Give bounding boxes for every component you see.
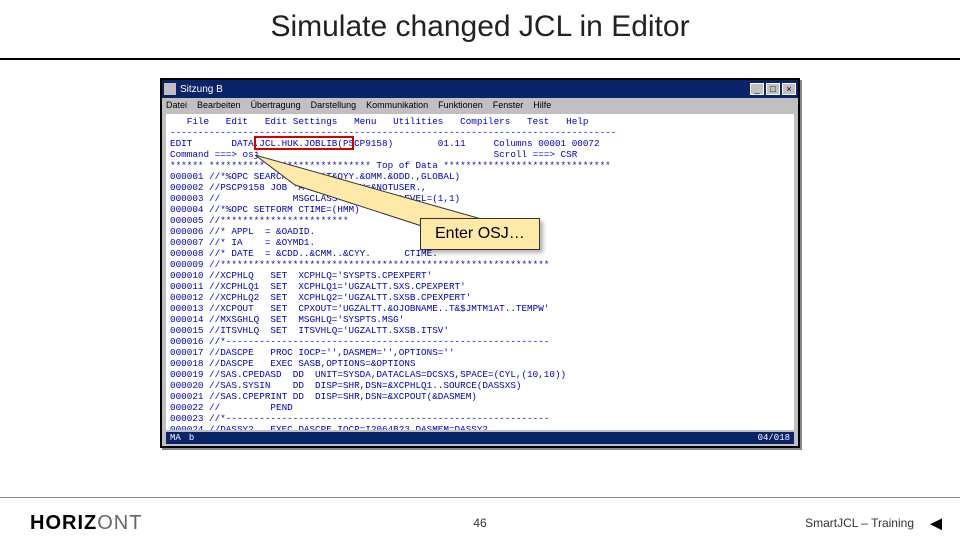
window-menubar: Datei Bearbeiten Übertragung Darstellung… [162, 98, 798, 112]
back-arrow-button[interactable]: ◄ [924, 512, 948, 536]
slide-title: Simulate changed JCL in Editor [0, 10, 960, 44]
menu-darstellung[interactable]: Darstellung [311, 100, 357, 110]
status-right: 04/018 [754, 432, 794, 444]
menu-bearbeiten[interactable]: Bearbeiten [197, 100, 241, 110]
status-mid: b [185, 432, 198, 444]
footer-divider [0, 497, 960, 498]
status-bar: MA b 04/018 [166, 432, 794, 444]
menu-fenster[interactable]: Fenster [493, 100, 524, 110]
maximize-button[interactable]: □ [766, 83, 780, 95]
page-number: 46 [473, 516, 486, 530]
callout-text: Enter OSJ… [435, 225, 525, 242]
title-divider [0, 58, 960, 60]
menu-hilfe[interactable]: Hilfe [533, 100, 551, 110]
course-name: SmartJCL – Training [805, 516, 914, 530]
terminal-screen[interactable]: File Edit Edit Settings Menu Utilities C… [166, 114, 794, 430]
window-titlebar: Sitzung B _ □ × [162, 80, 798, 98]
window-title: Sitzung B [180, 84, 223, 95]
brand-part1: HORIZ [30, 512, 97, 534]
menu-uebertragung[interactable]: Übertragung [251, 100, 301, 110]
menu-kommunikation[interactable]: Kommunikation [366, 100, 428, 110]
menu-funktionen[interactable]: Funktionen [438, 100, 483, 110]
menu-datei[interactable]: Datei [166, 100, 187, 110]
terminal-window: Sitzung B _ □ × Datei Bearbeiten Übertra… [160, 78, 800, 448]
brand-part2: ONT [97, 512, 142, 534]
close-button[interactable]: × [782, 83, 796, 95]
status-left: MA [166, 432, 185, 444]
minimize-button[interactable]: _ [750, 83, 764, 95]
back-arrow-icon: ◄ [926, 514, 946, 534]
brand-logo: HORIZONT [30, 512, 142, 535]
app-icon [164, 83, 176, 95]
callout-box: Enter OSJ… [420, 218, 540, 250]
slide-footer: HORIZONT 46 SmartJCL – Training ◄ [0, 506, 960, 540]
